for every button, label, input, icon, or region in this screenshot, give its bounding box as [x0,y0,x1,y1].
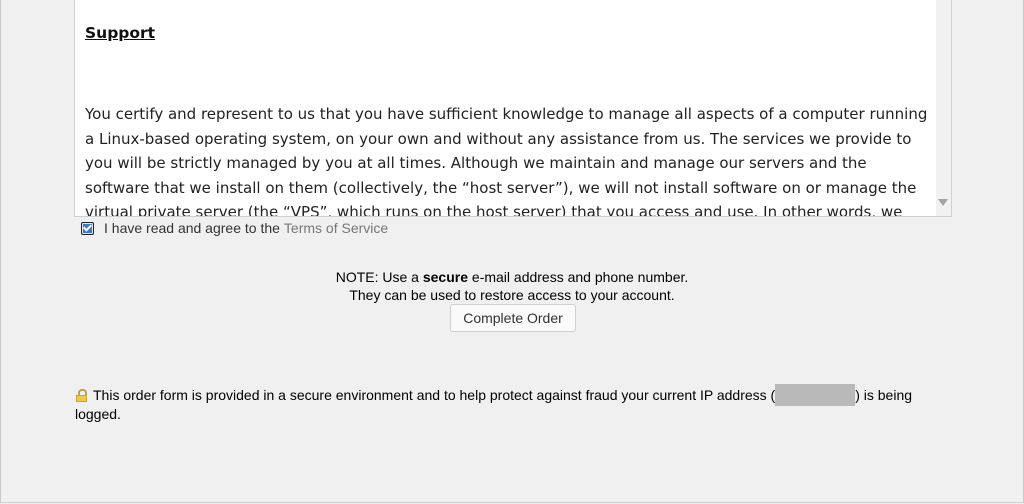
lock-icon [75,389,88,402]
terms-paragraph: You certify and represent to us that you… [85,105,928,217]
terms-of-service-box[interactable]: Support You certify and represent to us … [74,0,952,217]
note-prefix: NOTE: Use a [335,269,419,285]
security-text-before: This order form is provided in a secure … [93,387,776,403]
agree-terms-row: I have read and agree to the Terms of Se… [80,219,388,237]
security-notice: This order form is provided in a secure … [75,384,955,423]
note-line-1: NOTE: Use a secure e-mail address and ph… [0,268,1024,286]
note-suffix: e-mail address and phone number. [471,269,689,285]
note-secure-word: secure [422,269,469,285]
terms-scrollbar[interactable] [936,0,951,216]
terms-of-service-link[interactable]: Terms of Service [284,220,388,236]
scroll-down-arrow-icon[interactable] [938,199,948,206]
terms-heading: Support [85,24,156,42]
ip-address-redacted [775,384,856,406]
agree-checkbox[interactable] [81,221,94,235]
complete-order-button[interactable]: Complete Order [450,304,576,332]
note-line-2: They can be used to restore access to yo… [349,287,675,303]
agree-label: I have read and agree to the [104,220,280,236]
secure-contact-note: NOTE: Use a secure e-mail address and ph… [0,268,1024,304]
